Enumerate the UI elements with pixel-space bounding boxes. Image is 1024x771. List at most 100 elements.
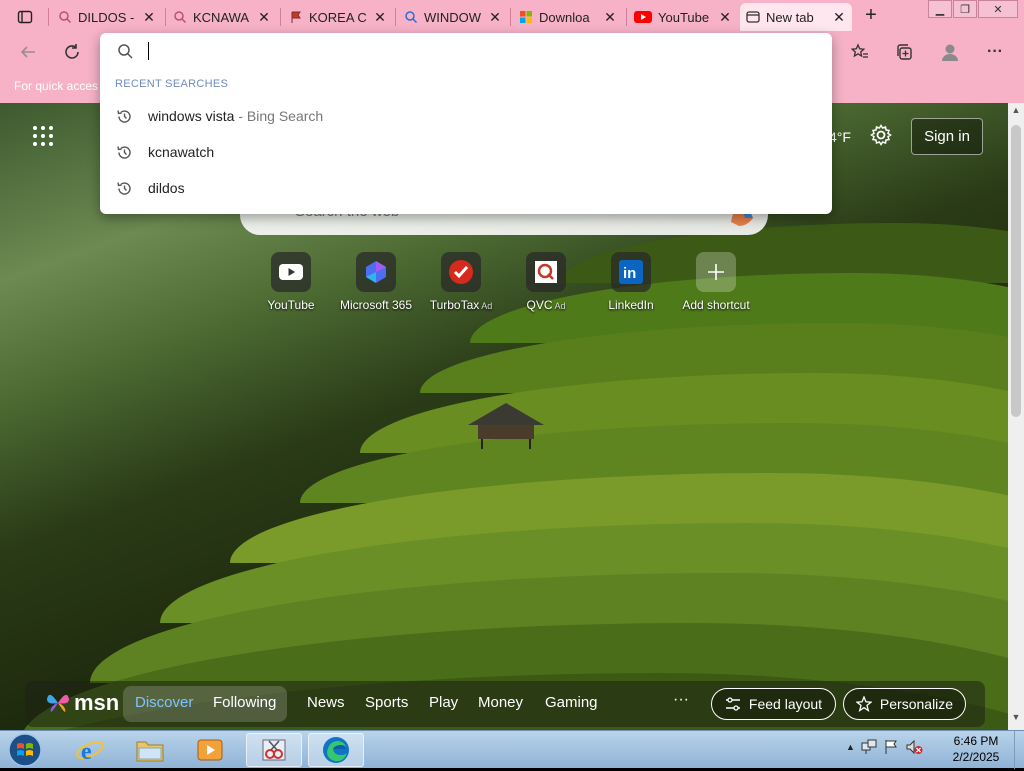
nav-play[interactable]: Play [429, 694, 458, 711]
start-button[interactable] [7, 732, 43, 768]
shortcut-label: LinkedIn [608, 298, 654, 312]
page-settings-button[interactable] [870, 124, 896, 150]
favorites-bar-hint: For quick acces [14, 79, 99, 93]
tab-title: KCNAWA [193, 9, 250, 25]
show-desktop-button[interactable] [1014, 731, 1024, 769]
scroll-down-arrow-icon[interactable]: ▼ [1008, 712, 1024, 726]
shortcut-label: YouTube [267, 298, 315, 312]
suggestion-item[interactable]: kcnawatch [100, 134, 832, 170]
tab-downloads[interactable]: Downloa ✕ [513, 3, 623, 31]
settings-and-more-button[interactable]: ··· [982, 39, 1008, 65]
svg-text:in: in [623, 265, 636, 282]
close-tab-icon[interactable]: ✕ [488, 9, 502, 26]
page-scrollbar[interactable]: ▲ ▼ [1008, 103, 1024, 730]
network-icon[interactable] [861, 739, 877, 755]
collections-button[interactable] [891, 39, 917, 65]
microsoft-365-icon [366, 261, 386, 283]
turbotax-icon [449, 260, 473, 284]
minimize-button[interactable]: ▁ [928, 0, 952, 18]
tab-bar: DILDOS - ✕ KCNAWA ✕ KOREA C ✕ WINDOW ✕ D… [0, 0, 1024, 33]
shortcut-turbotax[interactable]: TurboTax Ad [418, 252, 504, 312]
tab-title: Downloa [539, 9, 590, 25]
close-tab-icon[interactable]: ✕ [373, 9, 387, 26]
tab-discover[interactable]: Discover [135, 694, 193, 711]
more-nav-button[interactable]: ··· [673, 691, 689, 709]
nav-sports[interactable]: Sports [365, 694, 408, 711]
tab-kcnawatch[interactable]: KCNAWA ✕ [167, 3, 277, 31]
minimize-icon: ▁ [935, 3, 945, 16]
recent-searches-header: RECENT SEARCHES [115, 78, 229, 90]
feed-layout-button[interactable]: Feed layout [711, 688, 836, 720]
close-tab-icon[interactable]: ✕ [832, 9, 846, 26]
weather-temperature[interactable]: 4°F [829, 129, 851, 145]
tab-separator [280, 8, 281, 26]
shortcut-add[interactable]: Add shortcut [673, 252, 759, 312]
taskbar-snipping-tool[interactable] [246, 733, 302, 767]
shortcut-tile [696, 252, 736, 292]
text-caret [148, 42, 149, 60]
shortcut-linkedin[interactable]: in LinkedIn [588, 252, 674, 312]
volume-muted-icon[interactable] [905, 739, 923, 755]
close-icon: ✕ [993, 3, 1003, 16]
ad-badge: Ad [481, 301, 493, 311]
scrollbar-thumb[interactable] [1011, 125, 1021, 417]
tab-windows-vista-search[interactable]: WINDOW ✕ [398, 3, 508, 31]
media-player-icon [197, 739, 223, 761]
shortcut-microsoft-365[interactable]: Microsoft 365 [333, 252, 419, 312]
tab-korea[interactable]: KOREA C ✕ [283, 3, 393, 31]
youtube-icon [279, 264, 303, 280]
refresh-button[interactable] [59, 39, 85, 65]
close-tab-icon[interactable]: ✕ [142, 9, 156, 26]
clock-time: 6:46 PM [953, 734, 999, 748]
show-hidden-icons-icon[interactable]: ▲ [846, 742, 855, 752]
scroll-up-arrow-icon[interactable]: ▲ [1008, 105, 1024, 119]
msn-logo[interactable]: msn [45, 690, 119, 716]
shortcut-tile [526, 252, 566, 292]
snipping-tool-icon [262, 739, 286, 761]
tab-following[interactable]: Following [213, 694, 276, 711]
taskbar-media-player[interactable] [182, 733, 238, 767]
sign-in-button[interactable]: Sign in [911, 118, 983, 155]
tab-youtube[interactable]: YouTube ✕ [628, 3, 738, 31]
back-button[interactable] [15, 39, 41, 65]
shortcut-qvc[interactable]: QVC Ad [503, 252, 589, 312]
nav-money[interactable]: Money [478, 694, 523, 711]
plus-icon [708, 264, 724, 280]
tab-actions-icon [17, 10, 33, 23]
history-clock-icon [116, 145, 131, 159]
suggestion-item[interactable]: windows vista - Bing Search [100, 98, 832, 134]
tab-new-tab[interactable]: New tab ✕ [740, 3, 852, 31]
tab-separator [48, 8, 49, 26]
tab-dildos[interactable]: DILDOS - ✕ [52, 3, 162, 31]
address-bar-input[interactable] [140, 39, 800, 63]
shortcut-tile: in [611, 252, 651, 292]
shortcut-youtube[interactable]: YouTube [248, 252, 334, 312]
close-tab-icon[interactable]: ✕ [603, 9, 617, 26]
close-tab-icon[interactable]: ✕ [257, 9, 271, 26]
profile-button[interactable] [937, 39, 963, 65]
tab-actions-button[interactable] [6, 4, 44, 29]
nav-gaming[interactable]: Gaming [545, 694, 598, 711]
system-clock[interactable]: 6:46 PM 2/2/2025 [944, 733, 1008, 765]
suggestion-item[interactable]: dildos [100, 170, 832, 206]
taskbar-edge[interactable] [308, 733, 364, 767]
more-dots-icon: ··· [987, 43, 1003, 60]
favorites-button[interactable] [847, 39, 873, 65]
new-tab-button[interactable]: + [859, 5, 883, 27]
close-window-button[interactable]: ✕ [978, 0, 1018, 18]
apps-launcher-button[interactable] [32, 125, 56, 149]
close-tab-icon[interactable]: ✕ [718, 9, 732, 26]
tab-separator [395, 8, 396, 26]
nav-news[interactable]: News [307, 694, 345, 711]
suggestion-subtext: - Bing Search [238, 108, 324, 124]
action-center-flag-icon[interactable] [883, 739, 899, 755]
personalize-button[interactable]: Personalize [843, 688, 966, 720]
taskbar-file-explorer[interactable] [122, 733, 178, 767]
profile-avatar-icon [942, 44, 958, 61]
restore-button[interactable]: ❐ [953, 0, 977, 18]
search-icon [59, 11, 72, 24]
taskbar-internet-explorer[interactable]: e [62, 733, 118, 767]
refresh-icon [65, 44, 79, 59]
waffle-grid-icon [33, 126, 53, 146]
tab-separator [165, 8, 166, 26]
